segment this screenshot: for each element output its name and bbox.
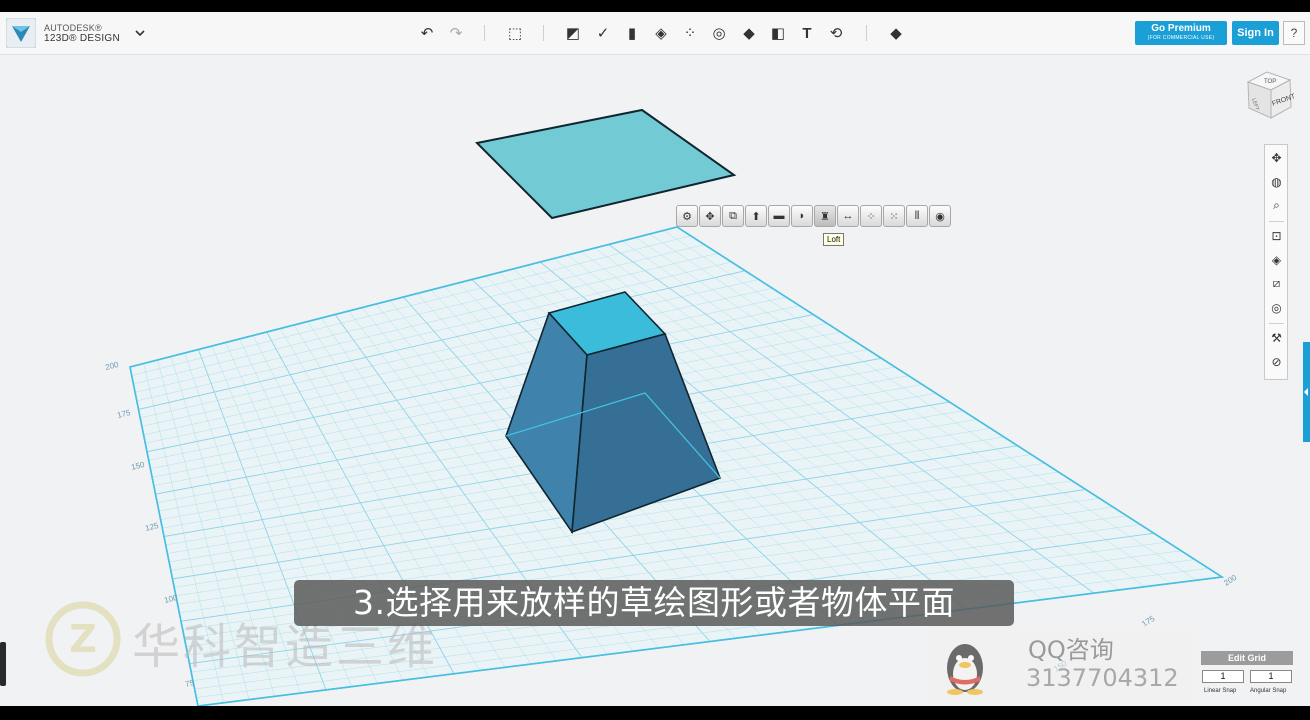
view-mode-icon[interactable]: ◈ — [1268, 251, 1285, 268]
grid-label: 175 — [116, 408, 132, 420]
view-cube-top-label: TOP — [1264, 79, 1276, 85]
modify-icon[interactable]: ▮ — [622, 23, 642, 43]
go-premium-label: Go Premium — [1151, 23, 1211, 34]
snap-icon[interactable]: ⟲ — [826, 23, 846, 43]
construct-icon[interactable]: ✓ — [593, 23, 613, 43]
text-icon[interactable]: T — [797, 23, 817, 43]
nav-divider — [1269, 221, 1284, 222]
loft-icon[interactable]: ♜ — [814, 205, 836, 227]
app-logo-icon[interactable] — [6, 18, 36, 48]
context-toolbar: ⚙ ✥ ⧉ ⬆ ▬ ◗ ♜ ↔ ⁘ ⁙ ⫴ ◉ — [676, 205, 951, 227]
go-premium-button[interactable]: Go Premium (FOR COMMERCIAL USE) — [1135, 21, 1227, 45]
grid-label: 200 — [104, 360, 120, 372]
hide-sketch-icon[interactable]: ⧄ — [1268, 275, 1285, 292]
linear-snap-label: Linear Snap — [1204, 688, 1237, 694]
smart-scale-icon[interactable]: ⧉ — [722, 205, 744, 227]
toolbar-divider — [484, 25, 485, 41]
svg-text:Z: Z — [69, 617, 97, 661]
zoom-icon[interactable]: ⌕ — [1268, 197, 1285, 214]
grid-label: 200 — [1222, 573, 1239, 588]
grid-label: 150 — [130, 460, 146, 472]
loft-tooltip: Loft — [823, 233, 845, 246]
grouping-icon[interactable]: ⁘ — [680, 23, 700, 43]
brand-company: AUTODESK® — [44, 23, 102, 33]
pattern-icon[interactable]: ◈ — [651, 23, 671, 43]
watermark-logo-icon: Z — [45, 601, 121, 677]
toolbar-divider — [866, 25, 867, 41]
measure-icon[interactable]: ◆ — [739, 23, 759, 43]
chevron-left-icon — [1304, 388, 1308, 396]
hide-material-icon[interactable]: ⊘ — [1268, 353, 1285, 370]
sign-in-button[interactable]: Sign In — [1232, 21, 1279, 45]
brand-product: 123D® DESIGN — [44, 33, 120, 44]
toolbar-divider — [543, 25, 544, 41]
redo-icon[interactable]: ↷ — [446, 23, 466, 43]
grid-label: 125 — [144, 521, 160, 533]
edit-grid-button[interactable]: Edit Grid — [1201, 651, 1293, 665]
pattern-icon[interactable]: ⁘ — [860, 205, 882, 227]
material-brush-icon[interactable]: ⚒ — [1268, 329, 1285, 346]
view-cube[interactable]: TOP FRONT LEFT — [1240, 66, 1298, 120]
left-edge-handle[interactable] — [0, 642, 6, 686]
extrude-icon[interactable]: ⬆ — [745, 205, 767, 227]
angular-snap-label: Angular Snap — [1250, 688, 1287, 694]
qq-penguin-icon — [947, 644, 983, 695]
visibility-icon[interactable]: ◉ — [929, 205, 951, 227]
qq-number: 3137704312 — [1026, 664, 1179, 692]
app-window: 200 175 150 125 100 75 200 175 150 AU — [0, 12, 1310, 706]
help-button[interactable]: ? — [1283, 21, 1305, 45]
go-premium-sublabel: (FOR COMMERCIAL USE) — [1147, 35, 1215, 41]
revolve-icon[interactable]: ◗ — [791, 205, 813, 227]
edit-grid-panel: Edit Grid 1 1 Linear Snap Angular Snap — [1200, 651, 1294, 701]
top-toolbar: AUTODESK® 123D® DESIGN ↶ ↷ ⬚ ◩ ✓ ▮ ◈ ⁘ ◎… — [0, 12, 1310, 55]
primitives-icon[interactable]: ⬚ — [505, 23, 525, 43]
linear-snap-input[interactable]: 1 — [1202, 670, 1244, 683]
material-icon[interactable]: ◆ — [886, 23, 906, 43]
chevron-down-icon[interactable] — [134, 28, 146, 38]
sketch-rectangle[interactable] — [474, 108, 737, 220]
fit-view-icon[interactable]: ⊡ — [1268, 227, 1285, 244]
mirror-icon[interactable]: ⫴ — [906, 205, 928, 227]
navigation-panel: ✥ ◍ ⌕ ⊡ ◈ ⧄ ◎ ⚒ ⊘ — [1264, 144, 1288, 380]
settings-icon[interactable]: ⚙ — [676, 205, 698, 227]
visibility-icon[interactable]: ◎ — [1268, 299, 1285, 316]
undo-icon[interactable]: ↶ — [417, 23, 437, 43]
nav-divider — [1269, 323, 1284, 324]
angular-snap-input[interactable]: 1 — [1250, 670, 1292, 683]
group-icon[interactable]: ⁙ — [883, 205, 905, 227]
video-subtitle: 3.选择用来放样的草绘图形或者物体平面 — [294, 580, 1014, 626]
orbit-icon[interactable]: ◍ — [1268, 173, 1285, 190]
move-icon[interactable]: ✥ — [699, 205, 721, 227]
dimension-icon[interactable]: ↔ — [837, 205, 859, 227]
sketch-icon[interactable]: ◩ — [563, 23, 583, 43]
qq-consult-label: QQ咨询 — [1028, 636, 1114, 664]
sweep-icon[interactable]: ▬ — [768, 205, 790, 227]
snap-box-icon[interactable]: ◧ — [768, 23, 788, 43]
pan-icon[interactable]: ✥ — [1268, 149, 1285, 166]
combine-icon[interactable]: ◎ — [709, 23, 729, 43]
